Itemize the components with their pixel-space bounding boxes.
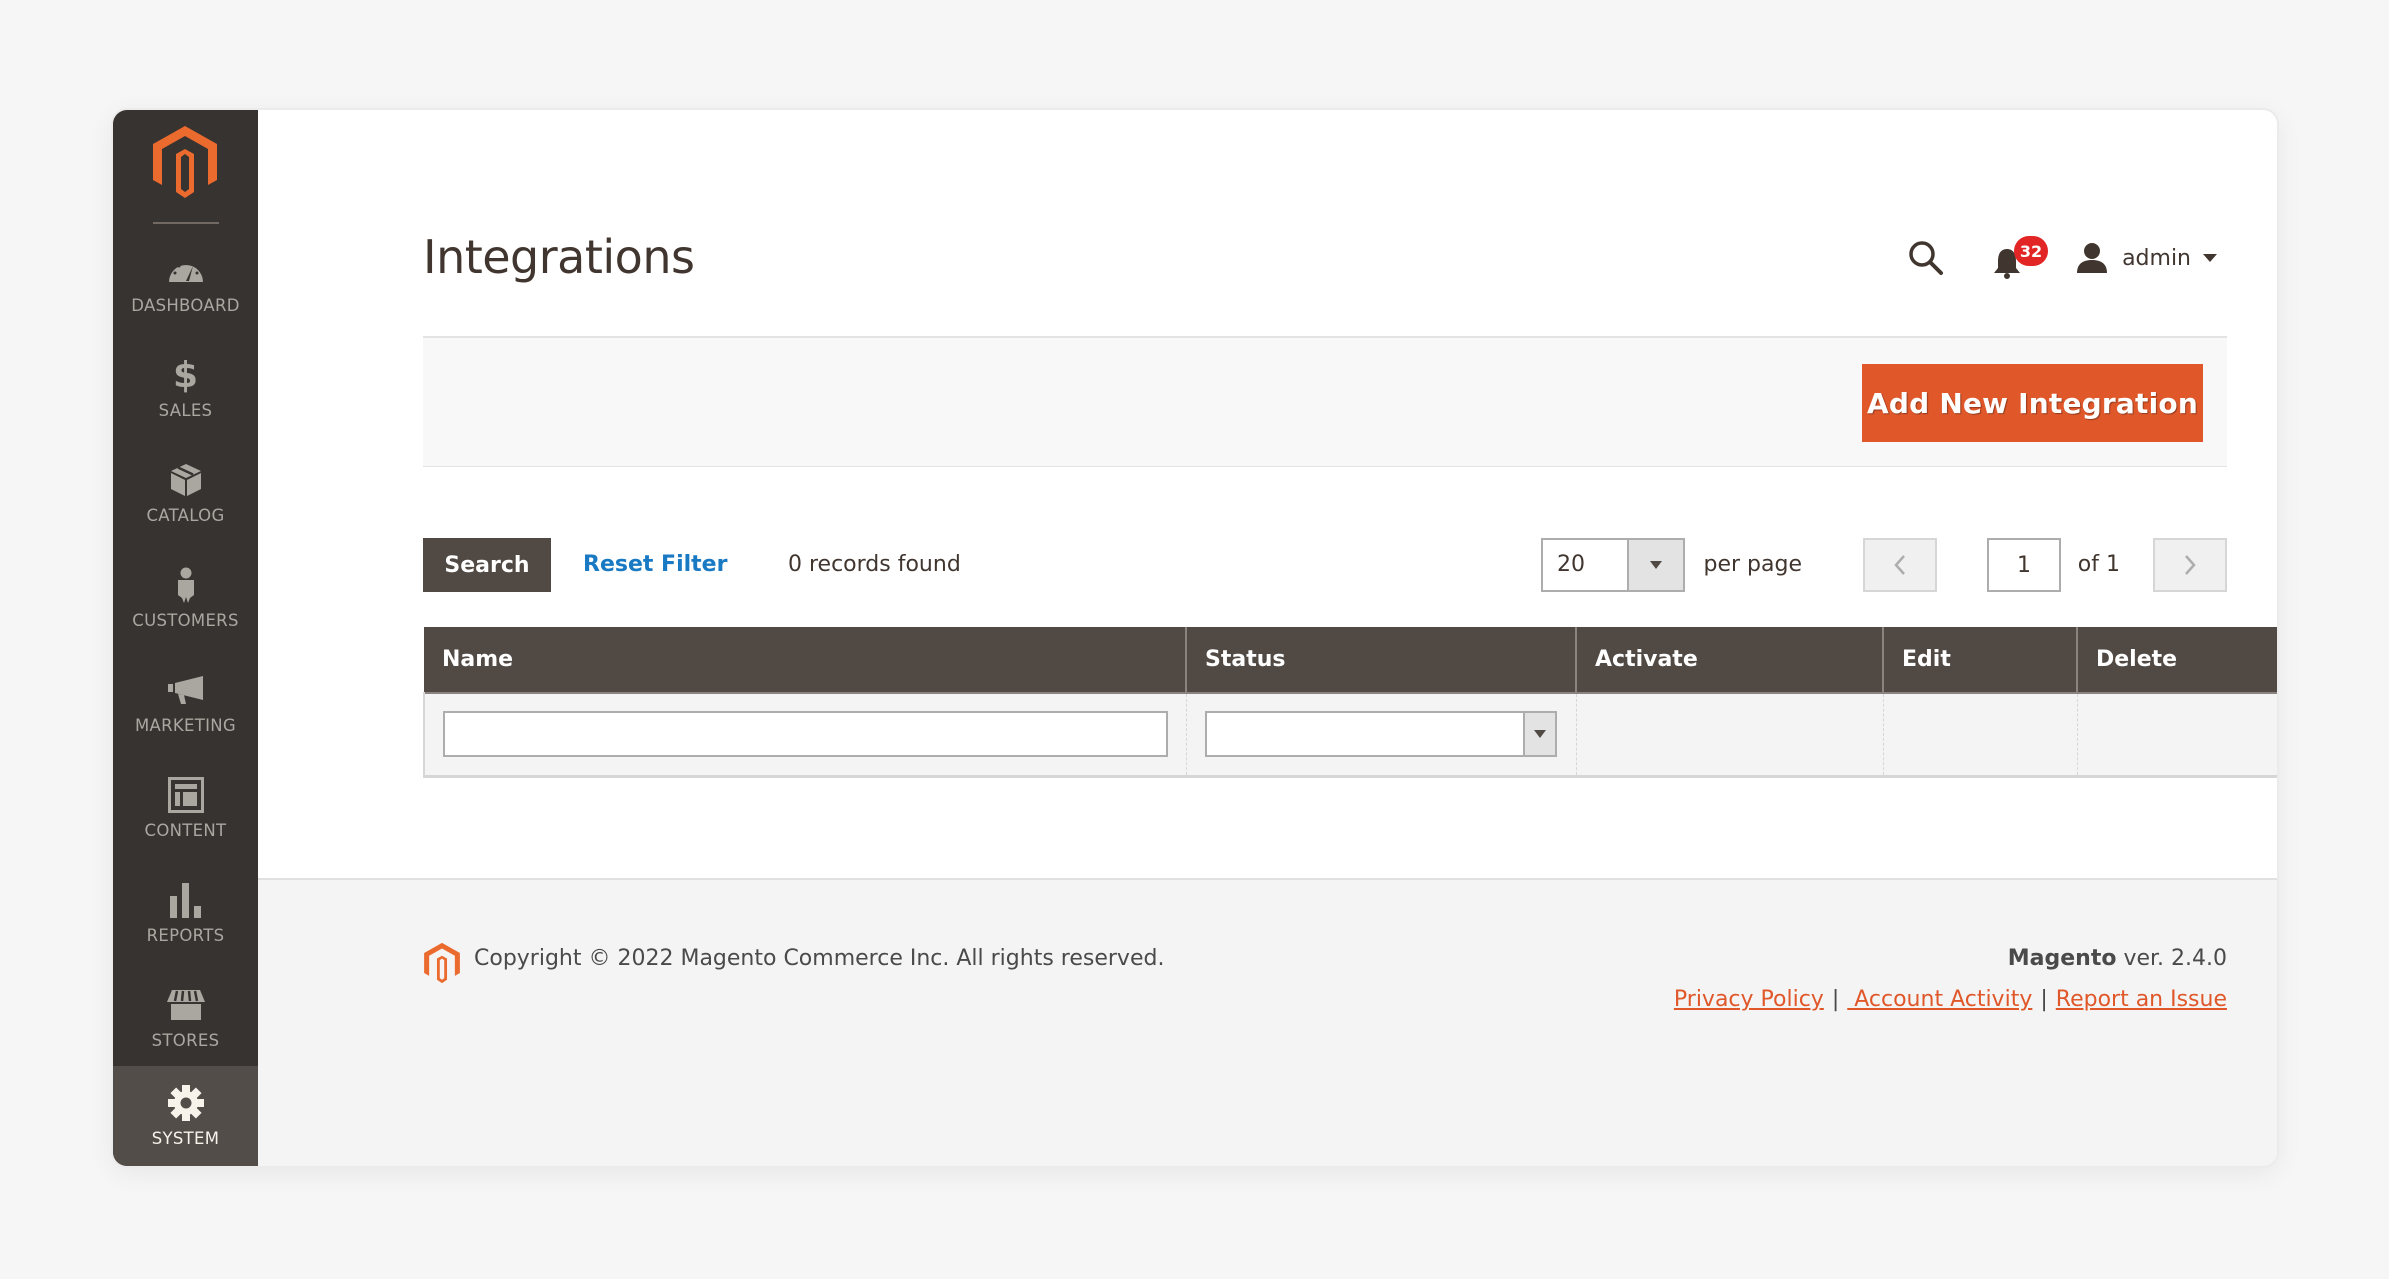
column-header-name[interactable]: Name bbox=[424, 627, 1186, 693]
sidebar-item-label: SALES bbox=[158, 401, 213, 420]
sidebar-item-dashboard[interactable]: DASHBOARD bbox=[113, 233, 258, 338]
previous-page-button[interactable] bbox=[1863, 538, 1937, 592]
records-count: 0 records found bbox=[788, 552, 961, 577]
page-footer: Copyright © 2022 Magento Commerce Inc. A… bbox=[258, 878, 2277, 1166]
sidebar-item-sales[interactable]: $ SALES bbox=[113, 338, 258, 443]
sidebar-item-customers[interactable]: CUSTOMERS bbox=[113, 548, 258, 653]
global-search-button[interactable] bbox=[1904, 236, 1948, 280]
sidebar-item-stores[interactable]: STORES bbox=[113, 968, 258, 1073]
current-page-input[interactable] bbox=[1987, 538, 2061, 592]
caret-down-icon bbox=[1650, 561, 1662, 569]
notifications-button[interactable]: 32 bbox=[1992, 236, 2049, 280]
per-page-label: per page bbox=[1703, 552, 1802, 577]
chevron-left-icon bbox=[1894, 555, 1905, 575]
status-filter-cell bbox=[1185, 693, 1576, 778]
search-icon bbox=[1909, 241, 1944, 275]
notification-count-badge: 32 bbox=[2014, 236, 2049, 266]
column-header-status[interactable]: Status bbox=[1185, 627, 1576, 693]
admin-window: DASHBOARD $ SALES CATALOG CUSTOMERS MARK… bbox=[113, 110, 2277, 1166]
per-page-value: 20 bbox=[1557, 552, 1585, 577]
total-pages: of 1 bbox=[2077, 552, 2120, 577]
user-name: admin bbox=[2122, 245, 2191, 271]
chevron-down-icon bbox=[2203, 254, 2217, 262]
storefront-icon bbox=[166, 986, 206, 1024]
header-actions: 32 admin bbox=[1904, 228, 2217, 288]
account-activity-link[interactable]: Account Activity bbox=[1847, 987, 2032, 1012]
person-icon bbox=[166, 566, 206, 604]
edit-filter-cell bbox=[1882, 693, 2077, 778]
magento-footer-logo bbox=[424, 942, 460, 984]
dollar-icon: $ bbox=[172, 354, 199, 396]
page-actions-bar: Add New Integration bbox=[423, 336, 2227, 467]
grid-toolbar: Search Reset Filter 0 records found 20 p… bbox=[423, 538, 2227, 592]
grid-filter-row bbox=[423, 693, 2277, 778]
bar-chart-icon bbox=[166, 881, 206, 919]
search-button[interactable]: Search bbox=[423, 538, 551, 592]
sidebar-item-content[interactable]: CONTENT bbox=[113, 758, 258, 863]
sidebar-item-catalog[interactable]: CATALOG bbox=[113, 443, 258, 548]
name-filter-cell bbox=[423, 693, 1186, 778]
sidebar-item-label: MARKETING bbox=[134, 716, 236, 735]
copyright-text: Copyright © 2022 Magento Commerce Inc. A… bbox=[474, 946, 1165, 971]
status-filter-select[interactable] bbox=[1204, 711, 1557, 758]
sidebar-item-label: DASHBOARD bbox=[131, 296, 240, 315]
sidebar: DASHBOARD $ SALES CATALOG CUSTOMERS MARK… bbox=[113, 110, 258, 1166]
sidebar-item-label: STORES bbox=[151, 1031, 220, 1050]
sidebar-item-label: CATALOG bbox=[146, 506, 225, 525]
grid-header-row: Name Status Activate Edit Delete bbox=[424, 627, 2277, 693]
sidebar-item-label: SYSTEM bbox=[151, 1129, 220, 1148]
delete-filter-cell bbox=[2076, 693, 2277, 778]
column-header-activate: Activate bbox=[1575, 627, 1883, 693]
privacy-policy-link[interactable]: Privacy Policy bbox=[1674, 987, 1824, 1012]
name-filter-input[interactable] bbox=[443, 711, 1168, 758]
layout-icon bbox=[166, 776, 206, 814]
caret-down-icon bbox=[1533, 730, 1546, 739]
magento-logo[interactable] bbox=[151, 126, 219, 198]
main-content: Integrations 32 admin Add New Integratio… bbox=[258, 110, 2277, 878]
sidebar-item-marketing[interactable]: MARKETING bbox=[113, 653, 258, 758]
logo-divider bbox=[153, 222, 219, 224]
reset-filter-link[interactable]: Reset Filter bbox=[583, 552, 727, 577]
next-page-button[interactable] bbox=[2153, 538, 2227, 592]
per-page-select[interactable]: 20 bbox=[1541, 538, 1685, 592]
report-issue-link[interactable]: Report an Issue bbox=[2056, 987, 2227, 1012]
version-number: ver. 2.4.0 bbox=[2116, 946, 2227, 971]
integrations-grid: Name Status Activate Edit Delete bbox=[423, 627, 2277, 778]
sidebar-item-system[interactable]: SYSTEM bbox=[113, 1066, 258, 1166]
box-icon bbox=[166, 461, 206, 499]
activate-filter-cell bbox=[1575, 693, 1883, 778]
version-info: Magento ver. 2.4.0 bbox=[2008, 946, 2227, 971]
page-title: Integrations bbox=[423, 230, 695, 284]
per-page-dropdown-toggle[interactable] bbox=[1627, 540, 1683, 590]
brand-name: Magento bbox=[2007, 946, 2117, 971]
user-icon bbox=[2077, 243, 2108, 273]
status-dropdown-toggle[interactable] bbox=[1522, 713, 1555, 756]
megaphone-icon bbox=[166, 671, 206, 709]
status-filter-value bbox=[1207, 713, 1523, 755]
dashboard-gauge-icon bbox=[166, 251, 206, 289]
sidebar-item-label: CONTENT bbox=[144, 821, 227, 840]
column-header-delete: Delete bbox=[2076, 627, 2277, 693]
sidebar-item-label: CUSTOMERS bbox=[132, 611, 239, 630]
column-header-edit: Edit bbox=[1882, 627, 2077, 693]
link-separator: | bbox=[2040, 987, 2048, 1012]
add-new-integration-button[interactable]: Add New Integration bbox=[1862, 364, 2203, 442]
link-separator: | bbox=[1831, 987, 1840, 1012]
chevron-right-icon bbox=[2185, 555, 2196, 575]
sidebar-item-reports[interactable]: REPORTS bbox=[113, 863, 258, 968]
user-account-menu[interactable]: admin bbox=[2076, 242, 2217, 274]
sidebar-item-label: REPORTS bbox=[146, 926, 225, 945]
gear-icon bbox=[166, 1084, 206, 1122]
footer-links: Privacy Policy | Account Activity | Report … bbox=[1674, 987, 2227, 1012]
